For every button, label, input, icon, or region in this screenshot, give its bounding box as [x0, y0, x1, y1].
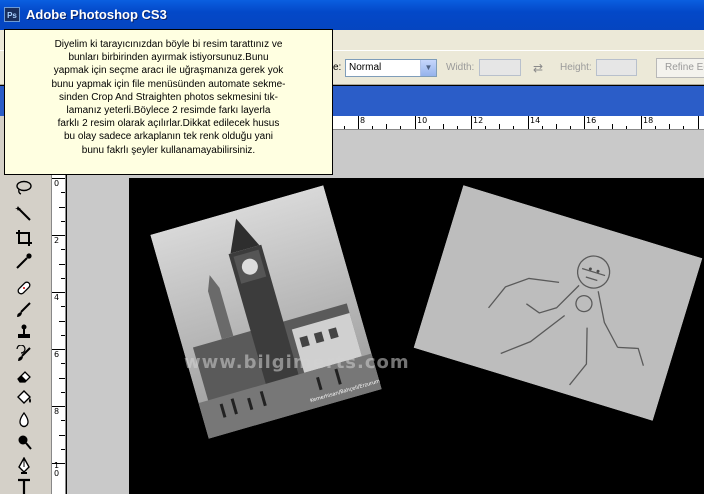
tooltip-line: farklı 2 resim olarak açılırlar.Dikkat e… — [57, 118, 280, 130]
ruler-tick-label: 10 — [417, 116, 428, 125]
tooltip-line: sinden Crop And Straighten photos sekmes… — [58, 91, 278, 103]
dodge-tool-icon[interactable] — [8, 432, 40, 452]
blur-tool-icon[interactable] — [8, 410, 40, 430]
window-title: Adobe Photoshop CS3 — [26, 7, 167, 22]
photoshop-app-icon[interactable]: Ps — [4, 7, 20, 22]
title-bar: Ps Adobe Photoshop CS3 — [0, 0, 704, 30]
ruler-tick-label: 0 — [54, 179, 60, 188]
ruler-tick-label: 12 — [473, 116, 484, 125]
history-brush-tool-icon[interactable] — [8, 344, 40, 364]
paint-bucket-tool-icon[interactable] — [8, 388, 40, 408]
ruler-tick-label: 2 — [54, 236, 60, 245]
tooltip-line: Diyelim ki tarayıcınızdan böyle bi resim… — [54, 39, 283, 50]
pasteboard — [67, 178, 129, 494]
magic-wand-tool-icon[interactable] — [8, 204, 40, 224]
ruler-tick-label: 6 — [54, 350, 60, 359]
brush-tool-icon[interactable] — [8, 300, 40, 320]
style-select-value: Normal — [349, 62, 382, 73]
refine-edge-button[interactable]: Refine Ed — [656, 58, 704, 78]
ruler-tick-label: 1 0 — [54, 461, 60, 478]
tooltip-line: lamanız yeterli.Böylece 2 resimde farkı … — [66, 105, 271, 117]
height-field[interactable] — [596, 59, 637, 76]
ruler-tick-label: 8 — [360, 116, 366, 125]
lasso-tool-icon[interactable] — [8, 178, 40, 198]
chevron-down-icon[interactable]: ▼ — [420, 60, 436, 76]
watermark-text: www.bilgimerts.com — [184, 352, 410, 373]
type-tool-icon[interactable] — [8, 476, 40, 494]
style-select[interactable]: Normal ▼ — [345, 59, 437, 77]
width-label: Width: — [446, 62, 475, 73]
pen-tool-icon[interactable] — [8, 456, 40, 476]
tooltip-line: bunu yapmak için file menüsünden automat… — [51, 78, 286, 90]
crop-tool-icon[interactable] — [8, 228, 40, 248]
ruler-tick-label: 14 — [530, 116, 541, 125]
ruler-tick-label: 16 — [586, 116, 597, 125]
clone-stamp-tool-icon[interactable] — [8, 322, 40, 342]
style-label: e: — [333, 62, 342, 73]
swap-dimensions-icon[interactable]: ⇄ — [533, 61, 543, 75]
eraser-tool-icon[interactable] — [8, 366, 40, 386]
tooltip-line: bunları birbirinden ayırmak istiyorsunuz… — [68, 52, 269, 64]
height-label: Height: — [560, 62, 592, 73]
tooltip-line: bunu fakrlı şeyler kullanamayabilirsiniz… — [81, 144, 256, 156]
width-field[interactable] — [479, 59, 521, 76]
annotation-tooltip: Diyelim ki tarayıcınızdan böyle bi resim… — [4, 29, 333, 175]
ruler-tick-label: 8 — [54, 407, 60, 416]
healing-brush-tool-icon[interactable] — [8, 278, 40, 298]
vertical-ruler[interactable]: 0 2 4 6 8 1 0 — [52, 130, 66, 494]
eyedropper-tool-icon[interactable] — [8, 251, 40, 271]
tooltip-line: bu olay sadece arkaplanın tek renk olduğ… — [63, 131, 274, 143]
tooltip-line: yapmak için seçme aracı ile uğraşmanıza … — [53, 65, 284, 77]
ruler-tick-label: 18 — [643, 116, 654, 125]
ruler-tick-label: 4 — [54, 293, 60, 302]
